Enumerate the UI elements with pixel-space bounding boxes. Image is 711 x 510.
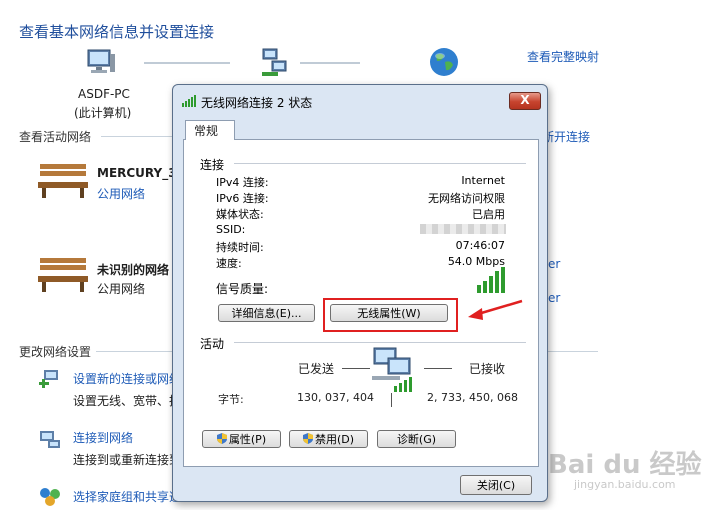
- diagnose-button[interactable]: 诊断(G): [377, 430, 456, 448]
- homegroup-link[interactable]: 选择家庭组和共享选: [73, 488, 181, 505]
- sent-line: [342, 368, 370, 369]
- disable-button-label: 禁用(D): [314, 433, 355, 446]
- section-divider: [96, 351, 172, 352]
- media-state-value: 已启用: [472, 208, 505, 221]
- wireless-properties-button[interactable]: 无线属性(W): [330, 304, 448, 322]
- connect-network-link[interactable]: 连接到网络: [73, 429, 133, 446]
- shield-icon: [302, 433, 313, 444]
- duration-label: 持续时间:: [216, 241, 264, 254]
- section-divider: [546, 351, 598, 352]
- bytes-separator: [391, 393, 392, 407]
- network-type-link[interactable]: 公用网络: [97, 185, 145, 202]
- map-connector: [300, 62, 360, 64]
- network-type: 公用网络: [97, 282, 146, 296]
- network-icon: [262, 48, 287, 76]
- duration-value: 07:46:07: [455, 239, 505, 252]
- ssid-label: SSID:: [216, 223, 246, 236]
- shield-icon: [216, 433, 227, 444]
- signal-strength-icon: [477, 267, 505, 293]
- setup-connection-link[interactable]: 设置新的连接或网络: [73, 370, 181, 387]
- details-button[interactable]: 详细信息(E)...: [218, 304, 315, 322]
- access-link[interactable]: er: [548, 257, 560, 271]
- section-divider: [101, 136, 173, 137]
- setup-connection-desc: 设置无线、宽带、拨: [73, 394, 182, 408]
- ipv6-label: IPv6 连接:: [216, 192, 269, 205]
- dialog-title: 无线网络连接 2 状态: [201, 96, 313, 110]
- properties-button[interactable]: 属性(P): [202, 430, 281, 448]
- received-label: 已接收: [469, 362, 506, 376]
- map-connector: [144, 62, 230, 64]
- ssid-value-blurred: [420, 224, 506, 234]
- network-name: 未识别的网络: [97, 263, 170, 277]
- watermark-logo: Bai du 经验: [548, 450, 702, 480]
- annotation-arrow: [468, 299, 523, 320]
- access-link[interactable]: er: [548, 291, 560, 305]
- ipv4-value: Internet: [461, 174, 505, 187]
- close-button[interactable]: 关闭(C): [460, 475, 532, 495]
- group-divider: [234, 342, 526, 343]
- network-name: MERCURY_3I: [97, 166, 182, 180]
- signal-quality-label: 信号质量:: [216, 282, 269, 296]
- group-divider: [234, 163, 526, 164]
- recv-line: [424, 368, 452, 369]
- page-title: 查看基本网络信息并设置连接: [19, 23, 215, 41]
- properties-button-label: 属性(P): [228, 433, 267, 446]
- globe-icon: [430, 48, 458, 76]
- network-activity-icon: [372, 347, 412, 392]
- bench-icon: [38, 164, 88, 198]
- bench-icon: [38, 258, 88, 292]
- bytes-received-value: 2, 733, 450, 068: [427, 391, 518, 404]
- change-settings-label: 更改网络设置: [19, 345, 92, 359]
- tab-panel: 连接 IPv4 连接: Internet IPv6 连接: 无网络访问权限 媒体…: [183, 139, 539, 467]
- new-connection-icon: [39, 370, 58, 388]
- activity-group-label: 活动: [200, 337, 225, 351]
- connect-network-desc: 连接到或重新连接到: [73, 453, 182, 467]
- signal-icon: [182, 95, 196, 107]
- pc-caption: (此计算机): [74, 106, 132, 120]
- bytes-sent-value: 130, 037, 404: [297, 391, 374, 404]
- ipv6-value: 无网络访问权限: [428, 192, 505, 205]
- media-state-label: 媒体状态:: [216, 208, 264, 221]
- pc-name: ASDF-PC: [78, 87, 130, 101]
- bytes-label: 字节:: [218, 393, 244, 406]
- sent-label: 已发送: [298, 362, 335, 376]
- status-dialog: 无线网络连接 2 状态 X 常规 连接 IPv4 连接: Internet IP…: [172, 84, 548, 502]
- homegroup-icon: [40, 488, 60, 506]
- close-window-button[interactable]: X: [509, 92, 541, 110]
- ipv4-label: IPv4 连接:: [216, 176, 269, 189]
- active-networks-label: 查看活动网络: [19, 130, 92, 144]
- watermark-url: jingyan.baidu.com: [574, 478, 676, 491]
- speed-label: 速度:: [216, 257, 242, 270]
- full-map-link[interactable]: 查看完整映射: [527, 48, 599, 65]
- tab-general[interactable]: 常规: [185, 120, 235, 140]
- computer-icon: [87, 49, 115, 73]
- disable-button[interactable]: 禁用(D): [289, 430, 368, 448]
- connection-group-label: 连接: [200, 158, 225, 172]
- connect-network-icon: [40, 431, 60, 448]
